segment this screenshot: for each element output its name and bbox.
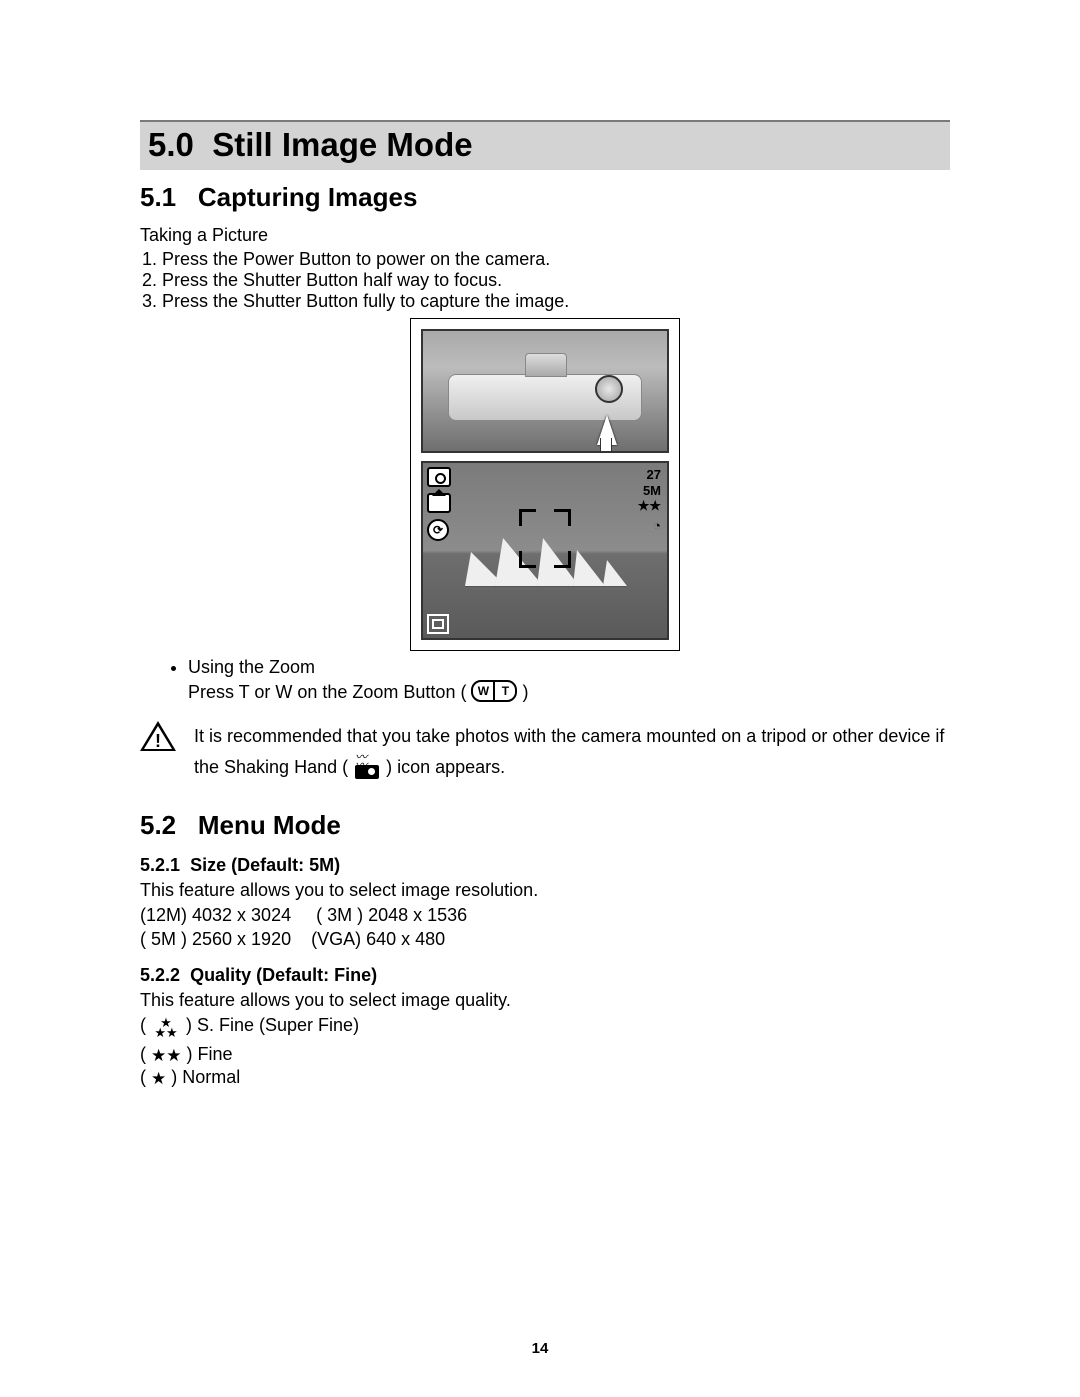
camera-lens [525,353,567,377]
section-title: Capturing Images [198,182,418,212]
warning-triangle-icon: ! [140,721,176,751]
size-vga: (VGA) 640 x 480 [311,929,445,949]
camera-top-photo [421,329,669,453]
section-5-1-heading: 5.1 Capturing Images [140,182,950,213]
quality-stars: ★★ [638,498,661,514]
size-12m: (12M) 4032 x 3024 [140,905,291,925]
focus-bracket-icon [519,509,536,526]
zoom-text-after: ) [517,682,528,702]
arrow-stem [600,438,612,453]
section-5-2-heading: 5.2 Menu Mode [140,810,950,841]
chapter-heading: 5.0 Still Image Mode [148,126,942,164]
quality-fine: ( ★★ ) Fine [140,1044,950,1065]
quality-normal: ( ★ ) Normal [140,1067,950,1088]
shots-remaining: 27 [638,467,661,483]
figure-box: ⟳ 27 5M ★★ ◔ [410,318,680,651]
three-star-icon: ★★★ [151,1018,181,1042]
subsection-number: 5.2.2 [140,965,180,985]
quality-sfine: ( ★★★ ) S. Fine (Super Fine) [140,1015,950,1042]
taking-picture-intro: Taking a Picture [140,223,950,247]
timer-icon: ⟳ [427,519,449,541]
subsection-5-2-1-heading: 5.2.1 Size (Default: 5M) [140,855,950,876]
zoom-text: Press T or W on the Zoom Button ( [188,682,471,702]
zoom-bullet: Using the Zoom [188,657,950,678]
step-item: Press the Shutter Button half way to foc… [162,270,950,291]
quality-options: ( ★★★ ) S. Fine (Super Fine) ( ★★ ) Fine… [140,1015,950,1088]
caution-text-part1: It is recommended that you take photos w… [194,726,944,777]
quality-description: This feature allows you to select image … [140,988,950,1012]
camera-mode-icon [427,467,451,487]
two-star-icon: ★★ [151,1047,181,1064]
figure-container: ⟳ 27 5M ★★ ◔ [140,318,950,651]
lcd-right-info: 27 5M ★★ ◔ [638,467,661,533]
subsection-number: 5.2.1 [140,855,180,875]
chapter-heading-band: 5.0 Still Image Mode [140,120,950,170]
one-star-icon: ★ [151,1070,166,1087]
subsection-5-2-2-heading: 5.2.2 Quality (Default: Fine) [140,965,950,986]
subsection-title: Size (Default: 5M) [190,855,340,875]
focus-bracket-icon [519,551,536,568]
playback-icon [427,614,449,634]
quality-sfine-label: S. Fine (Super Fine) [197,1015,359,1035]
quality-fine-label: Fine [197,1044,232,1064]
zoom-w-label: W [473,682,495,700]
scene-mode-icon [427,493,451,513]
resolution-indicator: 5M [638,483,661,499]
focus-bracket-icon [554,551,571,568]
section-number: 5.2 [140,810,176,840]
zoom-button-icon: WT [471,680,517,702]
zoom-t-label: T [495,682,515,700]
shaking-hand-icon: 〰〰 [353,757,381,779]
focus-bracket-icon [554,509,571,526]
subsection-title: Quality (Default: Fine) [190,965,377,985]
self-timer-icon: ◔ [638,518,661,534]
page-number: 14 [0,1340,1080,1357]
size-5m: ( 5M ) 2560 x 1920 [140,929,291,949]
step-item: Press the Power Button to power on the c… [162,249,950,270]
size-options: (12M) 4032 x 3024 ( 3M ) 2048 x 1536 ( 5… [140,903,950,952]
caution-text: It is recommended that you take photos w… [194,721,950,782]
zoom-bullet-list: Using the Zoom [140,657,950,678]
caution-note: ! It is recommended that you take photos… [140,721,950,782]
chapter-number: 5.0 [148,126,194,163]
size-3m: ( 3M ) 2048 x 1536 [316,905,467,925]
chapter-title: Still Image Mode [212,126,472,163]
size-description: This feature allows you to select image … [140,878,950,902]
quality-normal-label: Normal [182,1067,240,1087]
caution-text-part2: ) icon appears. [381,757,505,777]
zoom-description: Press T or W on the Zoom Button ( WT ) [188,680,950,703]
lcd-preview-screen: ⟳ 27 5M ★★ ◔ [421,461,669,640]
section-number: 5.1 [140,182,176,212]
lcd-left-icons: ⟳ [427,467,451,541]
steps-list: Press the Power Button to power on the c… [140,249,950,312]
step-item: Press the Shutter Button fully to captur… [162,291,950,312]
section-title: Menu Mode [198,810,341,840]
